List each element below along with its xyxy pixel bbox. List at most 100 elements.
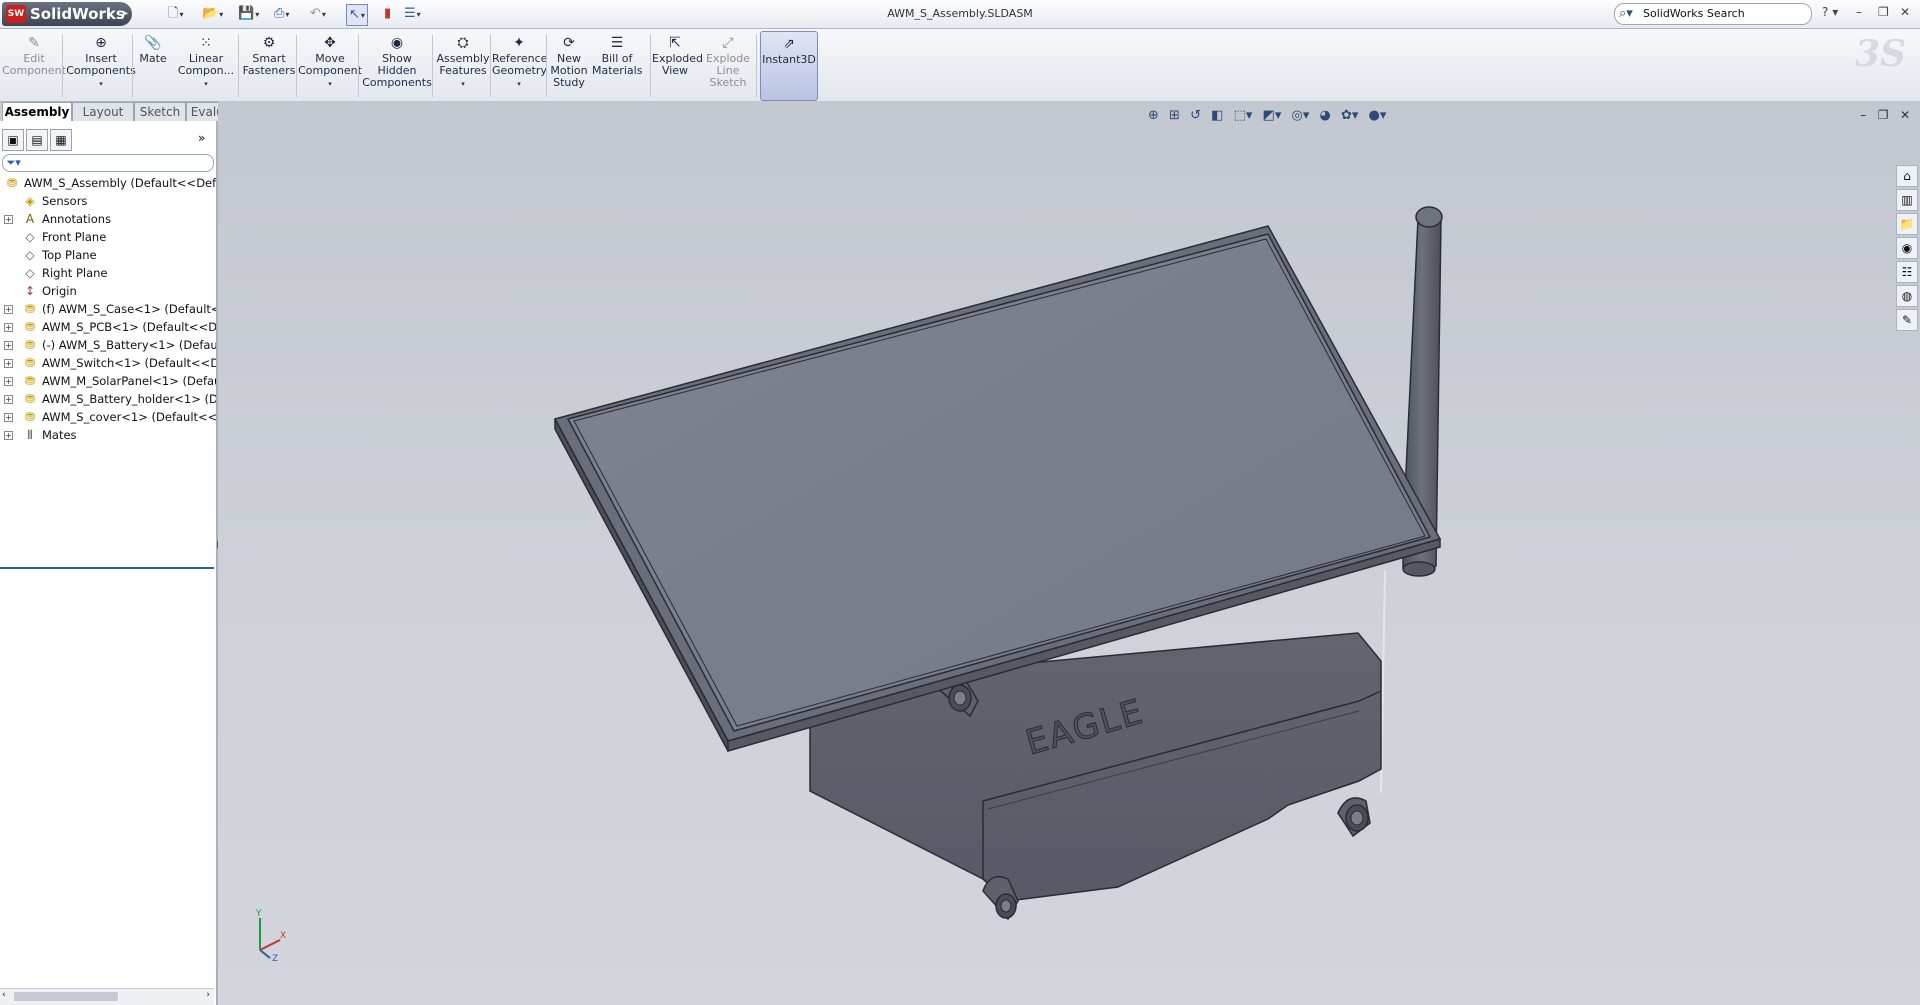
feature-manager-tab-icon[interactable]: ▣ [2,129,24,151]
configuration-manager-tab-icon[interactable]: ▦ [50,129,72,151]
display-style-icon[interactable]: ◩▾ [1263,108,1282,123]
tree-filter-input[interactable]: ⏷▾ [2,154,214,172]
save-button[interactable]: 💾▾ [238,4,259,24]
previous-view-icon[interactable]: ↺ [1190,108,1201,123]
show-hidden-components-label-line: Components [362,76,432,89]
tree-node[interactable]: ↕ Origin [0,282,216,300]
toolbar-separator [432,35,433,97]
explode-line-sketch-button[interactable]: ⤢ Explode Line Sketch [700,31,756,99]
expand-toggle-icon[interactable]: + [4,323,13,332]
resources-tab-icon[interactable]: ⌂ [1896,165,1918,187]
expand-toggle-icon[interactable]: + [4,395,13,404]
tree-rollback-bar[interactable] [0,567,214,569]
tree-node[interactable]: + ⛃ AWM_Switch<1> (Default<<Default>_Displ… [0,354,216,372]
scroll-right-icon[interactable]: › [206,990,210,1000]
tab-layout[interactable]: Layout [72,102,134,122]
view-orientation-icon[interactable]: ⬚▾ [1234,108,1253,123]
reference-geometry-button[interactable]: ✦ Reference Geometry ▾ [492,31,547,99]
edit-component-icon: ✎ [28,35,40,51]
expand-toggle-icon[interactable]: + [4,413,13,422]
restore-button[interactable]: ❐ [1878,5,1889,19]
hide-show-items-icon[interactable]: ◎▾ [1291,108,1309,123]
property-manager-tab-icon[interactable]: ▤ [26,129,48,151]
custom-properties-tab-icon[interactable]: ✎ [1896,309,1918,331]
view-palette-tab-icon[interactable]: ☷ [1896,261,1918,283]
expand-toggle-icon[interactable]: + [4,359,13,368]
heads-up-view-toolbar: ⊕ ⊞ ↺ ◧ ⬚▾ ◩▾ ◎▾ ◕ ✿▾ ●▾ [1148,108,1392,128]
tree-node[interactable]: ◈ Sensors [0,192,216,210]
graphics-close-button[interactable]: ✕ [1900,108,1910,122]
show-hidden-components-button[interactable]: ◉ Show Hidden Components [360,31,434,99]
expand-toggle-icon[interactable]: + [4,431,13,440]
mate-label-line: Mate [139,52,167,65]
tab-assembly[interactable]: Assembly [2,102,72,122]
dropdown-arrow-icon[interactable]: ▾ [172,78,240,90]
dropdown-arrow-icon[interactable]: ▾ [298,78,362,90]
assembly-features-button[interactable]: ⛭ Assembly Features ▾ [436,31,490,99]
view-settings-icon[interactable]: ●▾ [1369,108,1387,123]
solidworks-logo-menu[interactable]: SW SolidWorks ▸ [2,2,132,26]
help-button[interactable]: ? ▾ [1822,5,1838,19]
tree-node[interactable]: + ⫴ Mates [0,426,216,444]
move-component-button[interactable]: ✥ Move Component ▾ [298,31,362,99]
tree-node[interactable]: + ⛃ AWM_S_PCB<1> (Default<<Default>_Displa… [0,318,216,336]
scroll-thumb[interactable] [14,992,118,1001]
appearances-tab-icon[interactable]: ◍ [1896,285,1918,307]
tree-node[interactable]: ⛃ AWM_S_Assembly (Default<<Default>_Displ… [0,174,216,192]
assembly-model[interactable]: EAGLE [218,101,1920,1005]
file-explorer-tab-icon[interactable]: 📁 [1896,213,1918,235]
expand-toggle-icon[interactable]: + [4,341,13,350]
close-button[interactable]: ✕ [1900,5,1910,19]
undo-button[interactable]: ↶▾ [310,4,326,24]
horizontal-scrollbar[interactable]: ‹ › [0,988,214,1005]
tree-node[interactable]: + ⛃ (-) AWM_S_Battery<1> (Default<<Default… [0,336,216,354]
expand-toggle-icon[interactable]: + [4,377,13,386]
expand-toggle-icon[interactable]: + [4,215,13,224]
expand-panel-icon[interactable]: » [198,131,205,145]
tree-node[interactable]: + ⛃ AWM_S_cover<1> (Default<<Default>_Disp… [0,408,216,426]
dropdown-arrow-icon[interactable]: ▾ [66,78,136,90]
design-library-tab-icon[interactable]: ▥ [1896,189,1918,211]
print-button[interactable]: ⎙▾ [274,4,289,24]
zoom-to-area-icon[interactable]: ⊞ [1169,108,1180,123]
new-document-button[interactable]: 🗋▾ [168,4,183,24]
tab-sketch[interactable]: Sketch [134,102,186,122]
mate-button[interactable]: 📎 Mate [136,31,170,99]
zoom-to-fit-icon[interactable]: ⊕ [1148,108,1159,123]
dropdown-arrow-icon[interactable]: ▾ [492,78,546,90]
tree-node[interactable]: ◇ Front Plane [0,228,216,246]
options-button[interactable]: ☰▾ [404,4,421,24]
search-results-tab-icon[interactable]: ◉ [1896,237,1918,259]
tree-node[interactable]: + ⛃ (f) AWM_S_Case<1> (Default<<Default>_D… [0,300,216,318]
apply-scene-icon[interactable]: ✿▾ [1341,108,1358,123]
tree-node-label: Right Plane [42,266,108,280]
insert-components-button[interactable]: ⊕ Insert Components ▾ [66,31,136,99]
exploded-view-button[interactable]: ⇱ Exploded View [652,31,703,99]
instant3d-button[interactable]: ⇗ Instant3D [760,31,818,101]
expand-toggle-icon[interactable]: + [4,305,13,314]
bill-of-materials-button[interactable]: ☰ Bill of Materials [592,31,642,99]
graphics-area[interactable]: EAGLE ⊕ ⊞ ↺ ◧ ⬚▾ ◩▾ ◎▾ ◕ ✿▾ ●▾ – ❐ ✕ ⌂ ▥… [218,101,1920,1005]
tree-node[interactable]: + ⛃ AWM_M_SolarPanel<1> (Default<<Default>… [0,372,216,390]
linear-component-pattern-button[interactable]: ⁙ Linear Compon... ▾ [172,31,240,99]
tree-node[interactable]: + ⛃ AWM_S_Battery_holder<1> (Default<<Defa… [0,390,216,408]
command-manager: ✎ Edit Component ⊕ Insert Components ▾ 📎 Mate ⁙ Li… [0,29,1920,102]
tree-node[interactable]: + A Annotations [0,210,216,228]
minimize-button[interactable]: – [1856,5,1862,19]
scroll-left-icon[interactable]: ‹ [2,990,6,1000]
title-bar: SW SolidWorks ▸ 🗋▾ 📂▾ 💾▾ ⎙▾ ↶▾ ↖▾ ▮ ☰▾ AW… [0,0,1920,29]
dropdown-arrow-icon[interactable]: ▾ [436,78,490,90]
graphics-minimize-button[interactable]: – [1860,108,1866,122]
select-button[interactable]: ↖▾ [346,4,368,26]
solidworks-search-box[interactable]: ⌕▾ SolidWorks Search [1614,3,1812,25]
open-button[interactable]: 📂▾ [202,4,223,24]
rebuild-button[interactable]: ▮ [384,4,391,24]
tree-node[interactable]: ◇ Top Plane [0,246,216,264]
tree-node[interactable]: ◇ Right Plane [0,264,216,282]
section-view-icon[interactable]: ◧ [1211,108,1223,123]
edit-component-button[interactable]: ✎ Edit Component [2,31,66,99]
edit-appearance-icon[interactable]: ◕ [1320,108,1331,123]
graphics-restore-button[interactable]: ❐ [1878,108,1889,122]
new-motion-study-button[interactable]: ⟳ New Motion Study [548,31,590,99]
smart-fasteners-button[interactable]: ⚙ Smart Fasteners [242,31,296,99]
